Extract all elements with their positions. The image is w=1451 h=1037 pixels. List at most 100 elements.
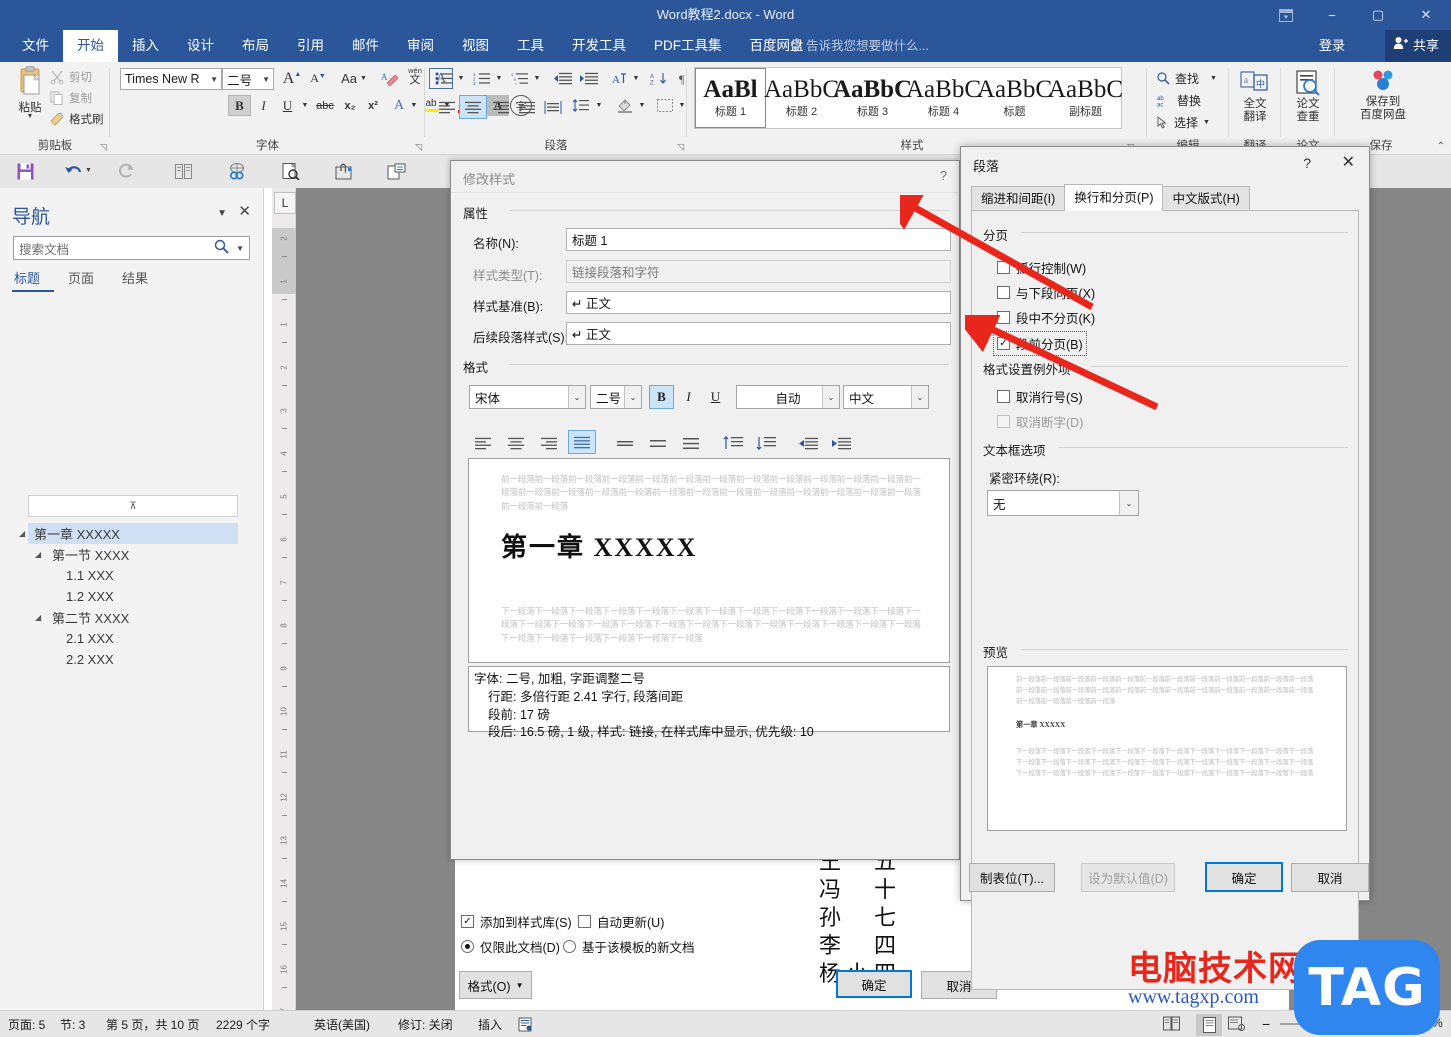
font-name-combo[interactable]: Times New R ▼	[120, 68, 222, 90]
justify-icon[interactable]	[513, 95, 541, 119]
save-to-baidu-button[interactable]: 保存到 百度网盘	[1357, 68, 1409, 122]
style-italic-button[interactable]: I	[676, 385, 701, 409]
status-word-count[interactable]: 2229 个字	[216, 1016, 270, 1033]
expand-arrow-icon[interactable]: ◢	[35, 613, 41, 622]
style-font-name-select[interactable]: 宋体 ⌄	[469, 385, 586, 409]
strikethrough-button[interactable]: abc	[313, 95, 337, 116]
tab-references[interactable]: 引用	[283, 30, 338, 62]
attachment-icon[interactable]	[331, 159, 357, 183]
tab-file[interactable]: 文件	[8, 30, 63, 62]
sign-in-button[interactable]: 登录	[1309, 30, 1355, 62]
search-options-caret[interactable]: ▼	[236, 244, 244, 253]
chevron-down-icon[interactable]: ⌄	[822, 386, 839, 408]
style-line-space-15-icon[interactable]	[644, 431, 672, 455]
read-mode-icon[interactable]	[1163, 1016, 1180, 1037]
shading-icon[interactable]	[613, 95, 637, 116]
expand-arrow-icon[interactable]: ◢	[35, 550, 41, 559]
nav-item-2-2[interactable]: 2.2 XXX	[66, 649, 114, 670]
close-button[interactable]: ✕	[1401, 0, 1451, 30]
line-spacing-dropdown-caret[interactable]: ▼	[593, 95, 605, 116]
chevron-down-icon[interactable]: ⌄	[624, 386, 641, 408]
tab-mailings[interactable]: 邮件	[338, 30, 393, 62]
tab-stop-selector[interactable]: L	[274, 192, 296, 214]
format-painter-button[interactable]: 格式刷	[50, 109, 104, 129]
save-icon[interactable]	[12, 159, 38, 183]
style-decrease-indent-icon[interactable]	[794, 431, 822, 455]
keep-lines-together-checkbox[interactable]: 段中不分页(K)	[997, 308, 1095, 327]
clear-formatting-icon[interactable]: A	[378, 68, 402, 89]
style-line-space-1-icon[interactable]	[611, 431, 639, 455]
nav-item-section1[interactable]: 第一节 XXXX	[52, 544, 129, 565]
help-icon[interactable]: ?	[1303, 155, 1311, 171]
maximize-button[interactable]: ▢	[1355, 0, 1401, 30]
nav-tab-headings[interactable]: 标题	[12, 268, 55, 292]
only-this-document-radio[interactable]: 仅限此文档(D)	[461, 937, 560, 956]
style-name-input[interactable]: 标题 1	[566, 228, 951, 251]
shading-dropdown-caret[interactable]: ▼	[636, 95, 648, 116]
align-left-icon[interactable]	[433, 95, 461, 119]
style-item-heading2[interactable]: AaBbC 标题 2	[764, 68, 839, 128]
find-dropdown-caret[interactable]: ▼	[1210, 75, 1217, 82]
numbered-list-icon[interactable]: 123	[470, 68, 494, 89]
vertical-ruler[interactable]: 211234567891011121314151617	[272, 188, 296, 1031]
style-justify-icon[interactable]	[568, 430, 596, 454]
ribbon-display-options-icon[interactable]	[1263, 0, 1309, 30]
style-item-heading3[interactable]: AaBbC 标题 3	[833, 68, 912, 128]
asian-layout-dropdown-caret[interactable]: ▼	[630, 68, 642, 89]
side-by-side-icon[interactable]	[170, 159, 196, 183]
bullet-list-icon[interactable]	[432, 68, 456, 89]
tab-view[interactable]: 视图	[448, 30, 503, 62]
styles-gallery[interactable]: AaBl 标题 1 AaBbC 标题 2 AaBbC 标题 3 AaBbC 标题…	[694, 67, 1123, 129]
tab-home[interactable]: 开始	[63, 30, 118, 62]
expand-arrow-icon[interactable]: ◢	[19, 529, 25, 538]
nav-tab-pages[interactable]: 页面	[54, 268, 108, 292]
suppress-line-numbers-checkbox[interactable]: 取消行号(S)	[997, 387, 1083, 406]
search-icon[interactable]	[214, 239, 229, 257]
borders-icon[interactable]	[653, 95, 677, 116]
style-align-left-icon[interactable]	[469, 431, 497, 455]
sort-icon[interactable]: AZ	[647, 68, 671, 89]
superscript-button[interactable]: x²	[362, 95, 384, 116]
status-page-count[interactable]: 第 5 页，共 10 页	[106, 1016, 199, 1033]
tab-indents-and-spacing[interactable]: 缩进和间距(I)	[971, 186, 1066, 211]
nav-item-1-2[interactable]: 1.2 XXX	[66, 586, 114, 607]
grow-font-button[interactable]: A ▲	[280, 68, 304, 89]
style-line-space-2-icon[interactable]	[677, 431, 705, 455]
tab-line-and-page-breaks[interactable]: 换行和分页(P)	[1064, 184, 1164, 211]
add-to-gallery-checkbox[interactable]: ✓ 添加到样式库(S)	[461, 912, 572, 931]
underline-button[interactable]: U	[276, 95, 299, 116]
close-icon[interactable]: ✕	[238, 202, 251, 220]
subscript-button[interactable]: x₂	[339, 95, 361, 116]
style-based-on-select[interactable]: ↵ 正文	[566, 291, 951, 314]
chevron-down-icon[interactable]: ▼	[262, 75, 270, 84]
style-font-color-select[interactable]: 自动 ⌄	[736, 385, 840, 409]
chevron-down-icon[interactable]: ⌄	[568, 386, 585, 408]
page-break-before-checkbox[interactable]: ✓ 段前分页(B)	[993, 331, 1087, 356]
new-comment-icon[interactable]	[383, 159, 409, 183]
status-section[interactable]: 节: 3	[60, 1016, 85, 1033]
change-case-button[interactable]: Aa ▼	[338, 68, 370, 89]
undo-icon[interactable]	[60, 159, 86, 183]
tab-pdf-tools[interactable]: PDF工具集	[640, 30, 736, 62]
undo-dropdown-caret[interactable]: ▼	[85, 167, 92, 174]
status-language[interactable]: 英语(美国)	[314, 1016, 370, 1033]
underline-dropdown-caret[interactable]: ▼	[298, 95, 312, 116]
style-underline-button[interactable]: U	[703, 385, 728, 409]
text-effects-dropdown-caret[interactable]: ▼	[408, 95, 420, 116]
text-effects-button[interactable]: A	[389, 95, 409, 116]
keep-with-next-checkbox[interactable]: 与下段同页(X)	[997, 283, 1095, 302]
find-button[interactable]: 查找 ▼	[1157, 67, 1217, 89]
bold-button[interactable]: B	[228, 95, 251, 116]
new-documents-template-radio[interactable]: 基于该模板的新文档	[563, 937, 695, 956]
style-space-after-icon[interactable]	[752, 431, 780, 455]
align-right-icon[interactable]	[487, 95, 515, 119]
decrease-indent-icon[interactable]	[549, 68, 575, 89]
style-align-center-icon[interactable]	[502, 431, 530, 455]
distribute-icon[interactable]	[539, 95, 567, 119]
search-input[interactable]: 搜索文档 ▼	[13, 236, 250, 260]
shrink-font-button[interactable]: A ▼	[306, 68, 330, 89]
style-space-before-icon[interactable]	[719, 431, 747, 455]
print-preview-icon[interactable]	[278, 159, 304, 183]
style-font-size-select[interactable]: 二号 ⌄	[590, 385, 642, 409]
style-bold-button[interactable]: B	[649, 385, 674, 409]
